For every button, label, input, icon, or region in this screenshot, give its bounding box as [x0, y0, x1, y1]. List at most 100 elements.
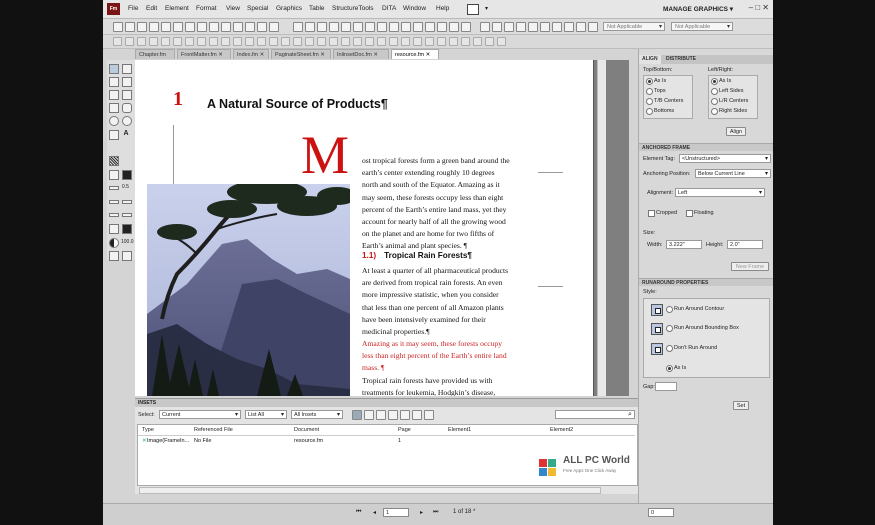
element-icon-33[interactable] [497, 37, 506, 46]
run-around-contour-radio[interactable] [666, 306, 673, 313]
insert-graphic-icon[interactable] [449, 22, 459, 32]
rectangle-tool-icon[interactable] [109, 103, 119, 113]
edit-inset-icon[interactable] [376, 410, 386, 420]
menu-dita[interactable]: DITA [382, 5, 396, 12]
new-icon[interactable] [125, 22, 135, 32]
element-icon-25[interactable] [401, 37, 410, 46]
footnote-icon[interactable] [317, 22, 327, 32]
paragraph-1[interactable]: ost tropical forests form a green band a… [362, 155, 510, 253]
element-icon-21[interactable] [353, 37, 362, 46]
as-is-radio[interactable] [666, 365, 673, 372]
anchored-frame-icon[interactable] [293, 22, 303, 32]
select-object-icon[interactable] [109, 64, 119, 74]
paragraph-4[interactable]: Tropical rain forests have provided us w… [362, 375, 495, 396]
superscript-icon[interactable] [576, 22, 586, 32]
insets-search-input[interactable] [555, 410, 635, 419]
dash-pattern-icon[interactable] [122, 200, 132, 204]
workspace-switcher[interactable]: MANAGE GRAPHICS ▾ [663, 5, 733, 13]
tab-inlinsetdoc[interactable]: InlinsetDoc.fm ✕ [333, 49, 389, 59]
tb-centers-radio[interactable] [646, 98, 653, 105]
element-icon-27[interactable] [425, 37, 434, 46]
insets-type-select[interactable]: All Insets [291, 410, 343, 419]
numbered-list-icon[interactable] [437, 22, 447, 32]
col-document[interactable]: Document [294, 427, 319, 433]
next-page-icon[interactable]: ▸ [420, 509, 423, 516]
element-icon-10[interactable] [221, 37, 230, 46]
polygon-tool-icon[interactable] [122, 116, 132, 126]
print-icon[interactable] [161, 22, 171, 32]
tint-icon[interactable] [109, 238, 119, 248]
dont-run-around-radio[interactable] [666, 345, 673, 352]
line-end-icon[interactable] [109, 200, 119, 204]
element-tag-select[interactable]: <Unstructured> [679, 154, 771, 163]
section-heading[interactable]: 1.1) Tropical Rain Forests¶ [362, 251, 472, 260]
equation-icon[interactable] [389, 22, 399, 32]
subscript-icon[interactable] [588, 22, 598, 32]
window-controls[interactable]: – □ ✕ [749, 3, 769, 12]
pen-color-icon[interactable] [122, 170, 132, 180]
element-icon-16[interactable] [293, 37, 302, 46]
element-icon-32[interactable] [485, 37, 494, 46]
overprint-icon[interactable] [109, 251, 119, 261]
join-style-icon[interactable] [122, 213, 132, 217]
align-right-icon[interactable] [540, 22, 550, 32]
text-line-tool-icon[interactable] [109, 130, 119, 140]
align-left-icon[interactable] [516, 22, 526, 32]
pen-pattern-icon[interactable] [109, 170, 119, 180]
save-icon[interactable] [149, 22, 159, 32]
element-icon-28[interactable] [437, 37, 446, 46]
font-size-icon[interactable] [552, 22, 562, 32]
run-around-bbox-radio[interactable] [666, 325, 673, 332]
text-style-icon[interactable] [305, 22, 315, 32]
alignment-select[interactable]: Left [675, 188, 765, 197]
select-text-icon[interactable] [122, 64, 132, 74]
insets-horizontal-scrollbar[interactable] [139, 487, 601, 494]
text-frame-tool-icon[interactable]: A [122, 130, 130, 138]
element-icon-13[interactable] [257, 37, 266, 46]
open-icon[interactable] [137, 22, 147, 32]
table-icon[interactable] [245, 22, 255, 32]
cap-style-icon[interactable] [109, 213, 119, 217]
run-around-contour-icon[interactable] [651, 304, 663, 316]
line-tool-icon[interactable] [109, 77, 119, 87]
insets-list-select[interactable]: List All [245, 410, 287, 419]
element-icon-3[interactable] [137, 37, 146, 46]
freehand-tool-icon[interactable] [122, 90, 132, 100]
menu-help[interactable]: Help [436, 5, 449, 12]
dropdown-arrow-icon[interactable]: ▾ [485, 5, 488, 12]
zoom-input[interactable]: 0 [648, 508, 674, 517]
page-number-input[interactable]: 1 [383, 508, 409, 517]
document-page[interactable]: 1 A Natural Source of Products¶ M ost tr… [135, 60, 594, 396]
menu-graphics[interactable]: Graphics [276, 5, 302, 12]
refresh-icon[interactable] [412, 410, 422, 420]
search-icon[interactable]: ⌕ [628, 411, 632, 419]
update-inset-icon[interactable] [352, 410, 362, 420]
run-around-bbox-icon[interactable] [651, 323, 663, 335]
track-changes-icon[interactable] [401, 22, 411, 32]
fill-color-icon[interactable] [122, 224, 132, 234]
menu-edit[interactable]: Edit [146, 5, 157, 12]
paragraph-format-dropdown[interactable]: Not Applicable [603, 22, 665, 32]
element-icon-17[interactable] [305, 37, 314, 46]
inset-properties-icon[interactable] [400, 410, 410, 420]
tab-align[interactable]: ALIGN [639, 55, 661, 64]
element-icon-20[interactable] [341, 37, 350, 46]
menu-structuretools[interactable]: StructureTools [332, 5, 374, 12]
polyline-tool-icon[interactable] [109, 90, 119, 100]
element-icon-18[interactable] [317, 37, 326, 46]
tab-index[interactable]: Index.fm ✕ [233, 49, 269, 59]
goto-source-icon[interactable] [388, 410, 398, 420]
paste-icon[interactable] [233, 22, 243, 32]
redo-icon[interactable] [185, 22, 195, 32]
menu-file[interactable]: File [128, 5, 138, 12]
undo-icon[interactable] [173, 22, 183, 32]
delete-inset-icon[interactable] [424, 410, 434, 420]
tab-frontmatter[interactable]: FrontMatter.fm ✕ [177, 49, 231, 59]
gap-input[interactable] [655, 382, 677, 391]
knockout-icon[interactable] [122, 251, 132, 261]
line-width-icon[interactable] [109, 186, 119, 190]
col-element2[interactable]: Element2 [550, 427, 573, 433]
element-icon-31[interactable] [473, 37, 482, 46]
menu-format[interactable]: Format [196, 5, 217, 12]
paragraph-2[interactable]: At least a quarter of all pharmaceutical… [362, 265, 508, 338]
